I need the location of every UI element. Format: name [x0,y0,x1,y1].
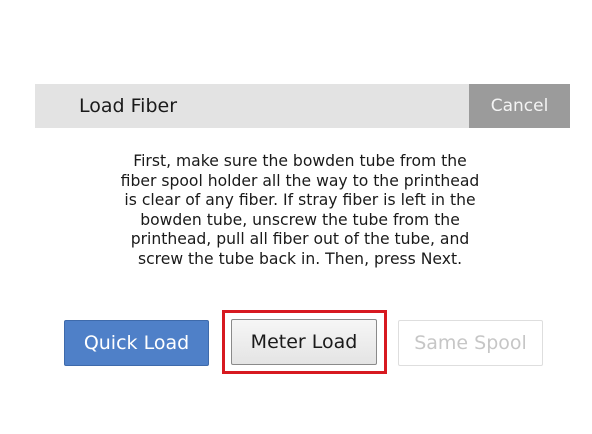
dialog-header: Load Fiber Cancel [35,84,570,128]
dialog-title: Load Fiber [79,95,178,117]
quick-load-button[interactable]: Quick Load [64,320,209,366]
screen: { "dialog": { "title": "Load Fiber", "ca… [0,0,592,434]
cancel-button[interactable]: Cancel [469,84,570,128]
same-spool-button: Same Spool [398,320,543,366]
instructions-text: First, make sure the bowden tube from th… [120,152,480,268]
meter-load-button[interactable]: Meter Load [231,319,377,365]
